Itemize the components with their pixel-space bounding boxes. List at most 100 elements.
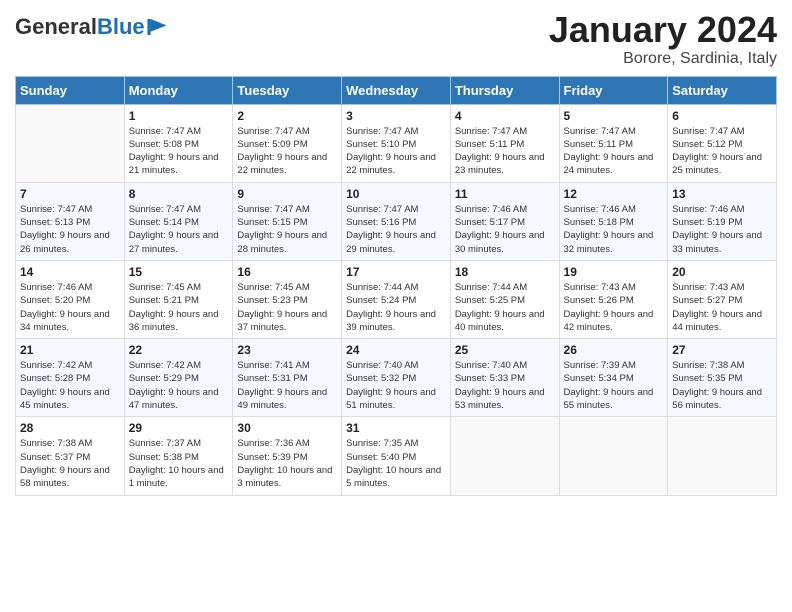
sunrise-text: Sunrise: 7:38 AM bbox=[20, 438, 92, 449]
day-number: 11 bbox=[455, 187, 555, 201]
day-number: 7 bbox=[20, 187, 120, 201]
sunrise-text: Sunrise: 7:37 AM bbox=[129, 438, 201, 449]
logo-blue-text: Blue bbox=[97, 14, 145, 39]
day-info: Sunrise: 7:47 AM Sunset: 5:13 PM Dayligh… bbox=[20, 203, 120, 256]
table-row: 21 Sunrise: 7:42 AM Sunset: 5:28 PM Dayl… bbox=[16, 339, 125, 417]
sunset-text: Sunset: 5:19 PM bbox=[672, 217, 742, 228]
sunrise-text: Sunrise: 7:47 AM bbox=[237, 204, 309, 215]
day-info: Sunrise: 7:43 AM Sunset: 5:26 PM Dayligh… bbox=[564, 281, 664, 334]
daylight-text: Daylight: 9 hours and 28 minutes. bbox=[237, 230, 327, 254]
table-row: 9 Sunrise: 7:47 AM Sunset: 5:15 PM Dayli… bbox=[233, 182, 342, 260]
daylight-text: Daylight: 9 hours and 47 minutes. bbox=[129, 387, 219, 411]
day-number: 9 bbox=[237, 187, 337, 201]
day-number: 2 bbox=[237, 109, 337, 123]
day-number: 1 bbox=[129, 109, 229, 123]
sunrise-text: Sunrise: 7:47 AM bbox=[346, 126, 418, 137]
day-info: Sunrise: 7:47 AM Sunset: 5:08 PM Dayligh… bbox=[129, 125, 229, 178]
col-saturday: Saturday bbox=[668, 76, 777, 104]
daylight-text: Daylight: 9 hours and 39 minutes. bbox=[346, 309, 436, 333]
day-number: 5 bbox=[564, 109, 664, 123]
sunset-text: Sunset: 5:32 PM bbox=[346, 373, 416, 384]
day-info: Sunrise: 7:40 AM Sunset: 5:32 PM Dayligh… bbox=[346, 359, 446, 412]
title-area: January 2024 Borore, Sardinia, Italy bbox=[549, 10, 777, 68]
day-number: 17 bbox=[346, 265, 446, 279]
sunset-text: Sunset: 5:18 PM bbox=[564, 217, 634, 228]
sunset-text: Sunset: 5:38 PM bbox=[129, 452, 199, 463]
sunset-text: Sunset: 5:08 PM bbox=[129, 139, 199, 150]
table-row: 20 Sunrise: 7:43 AM Sunset: 5:27 PM Dayl… bbox=[668, 260, 777, 338]
daylight-text: Daylight: 9 hours and 42 minutes. bbox=[564, 309, 654, 333]
day-info: Sunrise: 7:47 AM Sunset: 5:10 PM Dayligh… bbox=[346, 125, 446, 178]
table-row: 27 Sunrise: 7:38 AM Sunset: 5:35 PM Dayl… bbox=[668, 339, 777, 417]
table-row: 19 Sunrise: 7:43 AM Sunset: 5:26 PM Dayl… bbox=[559, 260, 668, 338]
sunset-text: Sunset: 5:10 PM bbox=[346, 139, 416, 150]
table-row: 12 Sunrise: 7:46 AM Sunset: 5:18 PM Dayl… bbox=[559, 182, 668, 260]
sunset-text: Sunset: 5:37 PM bbox=[20, 452, 90, 463]
sunrise-text: Sunrise: 7:40 AM bbox=[346, 360, 418, 371]
day-info: Sunrise: 7:47 AM Sunset: 5:12 PM Dayligh… bbox=[672, 125, 772, 178]
day-number: 23 bbox=[237, 343, 337, 357]
day-info: Sunrise: 7:47 AM Sunset: 5:11 PM Dayligh… bbox=[455, 125, 555, 178]
table-row: 6 Sunrise: 7:47 AM Sunset: 5:12 PM Dayli… bbox=[668, 104, 777, 182]
table-row: 1 Sunrise: 7:47 AM Sunset: 5:08 PM Dayli… bbox=[124, 104, 233, 182]
daylight-text: Daylight: 9 hours and 56 minutes. bbox=[672, 387, 762, 411]
sunrise-text: Sunrise: 7:46 AM bbox=[672, 204, 744, 215]
day-info: Sunrise: 7:40 AM Sunset: 5:33 PM Dayligh… bbox=[455, 359, 555, 412]
day-info: Sunrise: 7:44 AM Sunset: 5:25 PM Dayligh… bbox=[455, 281, 555, 334]
sunset-text: Sunset: 5:40 PM bbox=[346, 452, 416, 463]
day-info: Sunrise: 7:38 AM Sunset: 5:37 PM Dayligh… bbox=[20, 437, 120, 490]
sunset-text: Sunset: 5:21 PM bbox=[129, 295, 199, 306]
day-number: 28 bbox=[20, 421, 120, 435]
daylight-text: Daylight: 9 hours and 22 minutes. bbox=[346, 152, 436, 176]
daylight-text: Daylight: 9 hours and 32 minutes. bbox=[564, 230, 654, 254]
sunrise-text: Sunrise: 7:44 AM bbox=[346, 282, 418, 293]
col-friday: Friday bbox=[559, 76, 668, 104]
day-info: Sunrise: 7:43 AM Sunset: 5:27 PM Dayligh… bbox=[672, 281, 772, 334]
calendar-week-row: 7 Sunrise: 7:47 AM Sunset: 5:13 PM Dayli… bbox=[16, 182, 777, 260]
daylight-text: Daylight: 9 hours and 49 minutes. bbox=[237, 387, 327, 411]
daylight-text: Daylight: 9 hours and 26 minutes. bbox=[20, 230, 110, 254]
daylight-text: Daylight: 9 hours and 53 minutes. bbox=[455, 387, 545, 411]
daylight-text: Daylight: 9 hours and 25 minutes. bbox=[672, 152, 762, 176]
day-number: 29 bbox=[129, 421, 229, 435]
day-number: 19 bbox=[564, 265, 664, 279]
sunset-text: Sunset: 5:14 PM bbox=[129, 217, 199, 228]
daylight-text: Daylight: 9 hours and 37 minutes. bbox=[237, 309, 327, 333]
day-number: 4 bbox=[455, 109, 555, 123]
day-info: Sunrise: 7:47 AM Sunset: 5:16 PM Dayligh… bbox=[346, 203, 446, 256]
calendar-container: GeneralBlue January 2024 Borore, Sardini… bbox=[0, 0, 792, 506]
day-info: Sunrise: 7:42 AM Sunset: 5:29 PM Dayligh… bbox=[129, 359, 229, 412]
day-info: Sunrise: 7:47 AM Sunset: 5:11 PM Dayligh… bbox=[564, 125, 664, 178]
table-row bbox=[450, 417, 559, 495]
table-row: 15 Sunrise: 7:45 AM Sunset: 5:21 PM Dayl… bbox=[124, 260, 233, 338]
daylight-text: Daylight: 10 hours and 5 minutes. bbox=[346, 465, 441, 489]
col-sunday: Sunday bbox=[16, 76, 125, 104]
day-number: 16 bbox=[237, 265, 337, 279]
header-row: Sunday Monday Tuesday Wednesday Thursday… bbox=[16, 76, 777, 104]
table-row: 25 Sunrise: 7:40 AM Sunset: 5:33 PM Dayl… bbox=[450, 339, 559, 417]
day-info: Sunrise: 7:46 AM Sunset: 5:19 PM Dayligh… bbox=[672, 203, 772, 256]
sunset-text: Sunset: 5:11 PM bbox=[564, 139, 634, 150]
calendar-week-row: 28 Sunrise: 7:38 AM Sunset: 5:37 PM Dayl… bbox=[16, 417, 777, 495]
table-row: 31 Sunrise: 7:35 AM Sunset: 5:40 PM Dayl… bbox=[342, 417, 451, 495]
table-row: 14 Sunrise: 7:46 AM Sunset: 5:20 PM Dayl… bbox=[16, 260, 125, 338]
sunset-text: Sunset: 5:33 PM bbox=[455, 373, 525, 384]
daylight-text: Daylight: 9 hours and 58 minutes. bbox=[20, 465, 110, 489]
sunrise-text: Sunrise: 7:47 AM bbox=[20, 204, 92, 215]
sunset-text: Sunset: 5:26 PM bbox=[564, 295, 634, 306]
calendar-week-row: 14 Sunrise: 7:46 AM Sunset: 5:20 PM Dayl… bbox=[16, 260, 777, 338]
sunset-text: Sunset: 5:25 PM bbox=[455, 295, 525, 306]
sunrise-text: Sunrise: 7:40 AM bbox=[455, 360, 527, 371]
calendar-week-row: 1 Sunrise: 7:47 AM Sunset: 5:08 PM Dayli… bbox=[16, 104, 777, 182]
daylight-text: Daylight: 9 hours and 23 minutes. bbox=[455, 152, 545, 176]
day-info: Sunrise: 7:46 AM Sunset: 5:17 PM Dayligh… bbox=[455, 203, 555, 256]
col-tuesday: Tuesday bbox=[233, 76, 342, 104]
day-number: 12 bbox=[564, 187, 664, 201]
table-row: 23 Sunrise: 7:41 AM Sunset: 5:31 PM Dayl… bbox=[233, 339, 342, 417]
daylight-text: Daylight: 9 hours and 36 minutes. bbox=[129, 309, 219, 333]
day-info: Sunrise: 7:45 AM Sunset: 5:21 PM Dayligh… bbox=[129, 281, 229, 334]
day-number: 14 bbox=[20, 265, 120, 279]
sunrise-text: Sunrise: 7:45 AM bbox=[237, 282, 309, 293]
day-info: Sunrise: 7:41 AM Sunset: 5:31 PM Dayligh… bbox=[237, 359, 337, 412]
sunset-text: Sunset: 5:15 PM bbox=[237, 217, 307, 228]
